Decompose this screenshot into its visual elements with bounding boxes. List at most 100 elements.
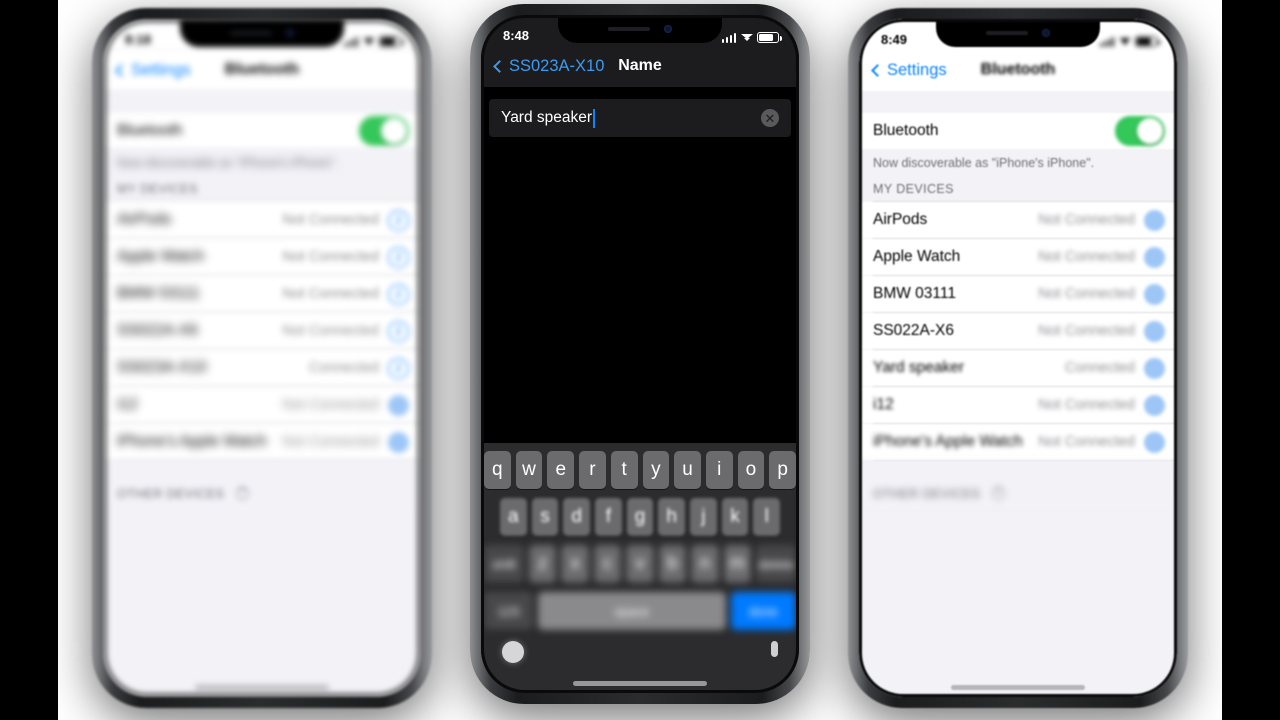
key-h[interactable]: h	[658, 498, 686, 536]
key-e[interactable]: e	[547, 451, 575, 489]
info-button[interactable]: i	[388, 209, 409, 231]
home-indicator[interactable]	[951, 685, 1085, 690]
keyboard-row-1: q w e r t y u i o p	[483, 451, 797, 489]
battery-icon	[1135, 36, 1160, 47]
key-y[interactable]: y	[642, 451, 670, 489]
wifi-icon	[362, 37, 375, 47]
home-indicator[interactable]	[573, 681, 707, 686]
key-k[interactable]: k	[721, 498, 749, 536]
back-button-settings[interactable]: Settings	[871, 61, 947, 80]
key-shift[interactable]: shift	[484, 545, 524, 583]
table-row[interactable]: iPhone's Apple Watch Not Connected i	[859, 424, 1177, 460]
emoji-globe-icon[interactable]	[502, 641, 524, 663]
key-space[interactable]: space	[537, 592, 726, 630]
back-button-settings[interactable]: Settings	[115, 61, 191, 80]
table-row[interactable]: i12 Not Connected i	[859, 387, 1177, 423]
key-n[interactable]: n	[691, 545, 719, 583]
clear-circle-icon[interactable]: ✕	[761, 109, 779, 127]
info-button[interactable]: i	[1144, 357, 1165, 379]
key-v[interactable]: v	[626, 545, 654, 583]
microphone-icon[interactable]	[771, 641, 778, 657]
nav-bar-left: Settings Bluetooth	[103, 49, 421, 91]
table-row[interactable]: BMW 03111 Not Connected i	[859, 276, 1177, 312]
table-row[interactable]: SS022A-X6 Not Connected i	[103, 313, 421, 349]
table-row[interactable]: Apple Watch Not Connected i	[859, 239, 1177, 275]
key-f[interactable]: f	[595, 498, 622, 536]
key-i[interactable]: i	[705, 451, 733, 489]
key-s[interactable]: s	[531, 498, 559, 536]
name-input-field[interactable]: Yard speaker ✕	[489, 99, 791, 137]
device-status: Not Connected	[1038, 286, 1135, 302]
device-name: BMW 03111	[117, 285, 200, 302]
key-a[interactable]: a	[499, 498, 527, 536]
key-m[interactable]: m	[723, 545, 752, 583]
key-p[interactable]: p	[769, 451, 797, 489]
onscreen-keyboard[interactable]: q w e r t y u i o p a s d f g h j k l sh…	[481, 443, 799, 693]
info-button[interactable]: i	[1144, 431, 1165, 453]
table-row[interactable]: Apple Watch Not Connected i	[103, 239, 421, 275]
info-button[interactable]: i	[388, 320, 409, 342]
info-button[interactable]: i	[1144, 320, 1165, 342]
phone-middle: 8:48 SS023A-X10 Name Yard speaker ✕ q w …	[470, 4, 810, 704]
info-button[interactable]: i	[1144, 283, 1165, 305]
table-row[interactable]: i12 Not Connected i	[103, 387, 421, 423]
key-b[interactable]: b	[658, 545, 687, 583]
table-row[interactable]: SS022A-X6 Not Connected i	[859, 313, 1177, 349]
chevron-left-icon	[871, 63, 884, 77]
device-name: iPhone's Apple Watch	[117, 433, 267, 450]
info-button[interactable]: i	[388, 394, 409, 416]
discoverable-text: Now discoverable as "iPhone's iPhone".	[859, 149, 1177, 176]
nav-bar-right: Settings Bluetooth	[859, 49, 1177, 91]
loading-spinner-icon	[236, 487, 250, 500]
info-button[interactable]: i	[1144, 394, 1165, 416]
bluetooth-toggle[interactable]	[359, 116, 409, 146]
key-t[interactable]: t	[610, 451, 638, 489]
wifi-icon	[740, 33, 753, 43]
wifi-icon	[1118, 37, 1131, 47]
key-numbers[interactable]: 123	[484, 592, 533, 630]
keyboard-row-4: 123 space done	[484, 592, 796, 630]
key-g[interactable]: g	[626, 498, 654, 536]
key-delete[interactable]: delete	[756, 545, 796, 583]
device-name: Yard speaker	[873, 359, 965, 376]
key-j[interactable]: j	[690, 498, 717, 536]
table-row[interactable]: SS023A-X10 Connected i	[103, 350, 421, 386]
signal-bars-icon	[721, 32, 736, 43]
key-z[interactable]: z	[528, 545, 557, 583]
info-button[interactable]: i	[388, 283, 409, 305]
device-status: Not Connected	[282, 286, 379, 302]
table-row[interactable]: BMW 03111 Not Connected i	[103, 276, 421, 312]
table-row[interactable]: Yard speaker Connected i	[859, 350, 1177, 386]
device-status: Not Connected	[282, 249, 379, 265]
info-button[interactable]: i	[1144, 209, 1165, 231]
info-button[interactable]: i	[1144, 246, 1165, 268]
key-x[interactable]: x	[561, 545, 589, 583]
device-name: BMW 03111	[873, 285, 956, 302]
info-button[interactable]: i	[388, 246, 409, 268]
front-camera-icon	[1042, 29, 1050, 37]
key-o[interactable]: o	[737, 451, 765, 489]
bluetooth-toggle[interactable]	[1115, 116, 1165, 146]
info-button[interactable]: i	[388, 357, 409, 379]
info-button[interactable]: i	[388, 431, 409, 453]
key-c[interactable]: c	[593, 545, 622, 583]
key-r[interactable]: r	[579, 451, 606, 489]
key-w[interactable]: w	[515, 451, 543, 489]
bluetooth-label: Bluetooth	[873, 122, 939, 139]
key-done[interactable]: done	[730, 592, 796, 630]
key-d[interactable]: d	[563, 498, 590, 536]
section-header-other-devices: OTHER DEVICES	[859, 461, 1177, 506]
key-l[interactable]: l	[753, 498, 781, 536]
bluetooth-toggle-row[interactable]: Bluetooth	[859, 113, 1177, 149]
notch	[936, 19, 1100, 47]
back-button-device[interactable]: SS023A-X10	[493, 57, 604, 76]
table-row[interactable]: AirPods Not Connected i	[859, 202, 1177, 238]
table-row[interactable]: iPhone's Apple Watch Not Connected i	[103, 424, 421, 460]
bluetooth-toggle-row[interactable]: Bluetooth	[103, 113, 421, 149]
notch	[180, 19, 344, 47]
key-q[interactable]: q	[483, 451, 511, 489]
home-indicator[interactable]	[195, 685, 329, 690]
key-u[interactable]: u	[674, 451, 701, 489]
table-row[interactable]: AirPods Not Connected i	[103, 202, 421, 238]
battery-icon	[379, 36, 404, 47]
